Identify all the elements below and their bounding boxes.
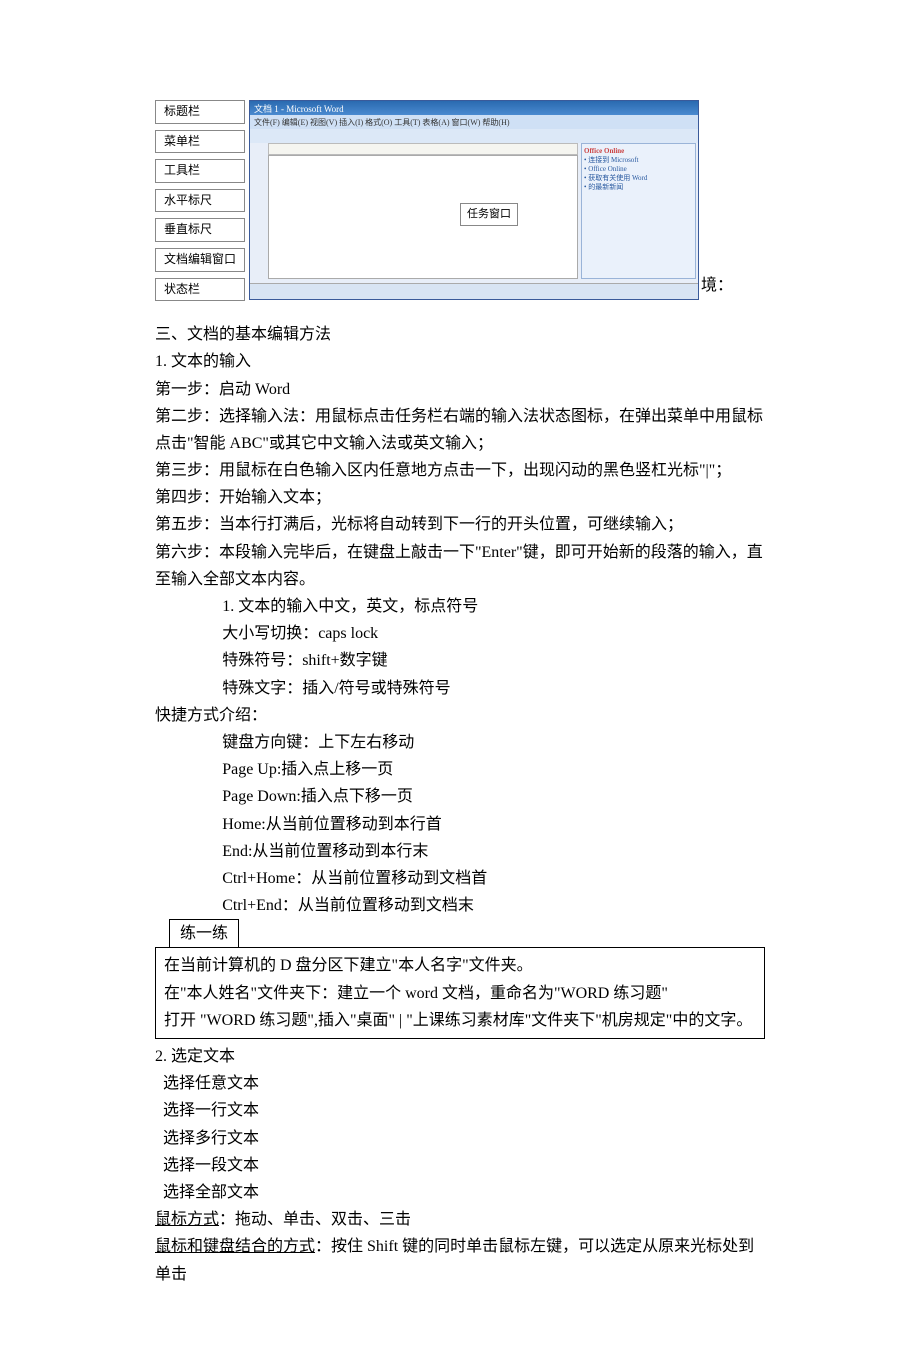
shortcut-end: End:从当前位置移动到本行末	[155, 838, 765, 865]
combo-method-label: 鼠标和键盘结合的方式	[155, 1238, 315, 1255]
screenshot-docarea	[268, 155, 578, 279]
screenshot-ruler	[268, 143, 578, 155]
label-hruler: 水平标尺	[155, 189, 245, 213]
taskpane-header: Office Online	[584, 146, 693, 156]
select-line: 选择一行文本	[155, 1097, 765, 1124]
label-statusbar: 状态栏	[155, 278, 245, 302]
sub-2-title: 2. 选定文本	[155, 1043, 765, 1070]
select-multiline: 选择多行文本	[155, 1125, 765, 1152]
document-page: 标题栏 菜单栏 工具栏 水平标尺 垂直标尺 文档编辑窗口 状态栏 文档 1 - …	[0, 0, 920, 1348]
practice-tab-wrapper: 练一练	[155, 919, 765, 947]
shortcut-ctrl-home: Ctrl+Home：从当前位置移动到文档首	[155, 865, 765, 892]
screenshot-titlebar: 文档 1 - Microsoft Word	[250, 101, 698, 115]
figure-label-column: 标题栏 菜单栏 工具栏 水平标尺 垂直标尺 文档编辑窗口 状态栏	[155, 100, 245, 301]
label-vruler: 垂直标尺	[155, 218, 245, 242]
select-paragraph: 选择一段文本	[155, 1152, 765, 1179]
practice-line-2: 在"本人姓名"文件夹下：建立一个 word 文档，重命名为"WORD 练习题"	[164, 980, 756, 1007]
label-titlebar: 标题栏	[155, 100, 245, 124]
label-menubar: 菜单栏	[155, 130, 245, 154]
step-2: 第二步：选择输入法：用鼠标点击任务栏右端的输入法状态图标，在弹出菜单中用鼠标点击…	[155, 403, 765, 457]
label-docwin: 文档编辑窗口	[155, 248, 245, 272]
word-screenshot: 文档 1 - Microsoft Word 文件(F) 编辑(E) 视图(V) …	[249, 100, 699, 300]
shortcut-arrows: 键盘方向键：上下左右移动	[155, 729, 765, 756]
shortcut-pageup: Page Up:插入点上移一页	[155, 756, 765, 783]
step-1: 第一步：启动 Word	[155, 376, 765, 403]
screenshot-toolbar	[250, 129, 698, 143]
screenshot-menubar: 文件(F) 编辑(E) 视图(V) 插入(I) 格式(O) 工具(T) 表格(A…	[250, 115, 698, 129]
label-toolbar: 工具栏	[155, 159, 245, 183]
step-3: 第三步：用鼠标在白色输入区内任意地方点击一下，出现闪动的黑色竖杠光标"|"；	[155, 457, 765, 484]
trailing-text: 境：	[701, 272, 733, 301]
shortcuts-heading: 快捷方式介绍：	[155, 702, 765, 729]
subpoint-4: 特殊文字：插入/符号或特殊符号	[155, 675, 765, 702]
screenshot-taskpane: Office Online • 连接到 Microsoft• Office On…	[581, 143, 696, 279]
step-4: 第四步：开始输入文本；	[155, 484, 765, 511]
shortcut-pagedown: Page Down:插入点下移一页	[155, 783, 765, 810]
subpoint-3: 特殊符号：shift+数字键	[155, 647, 765, 674]
callout-taskpane: 任务窗口	[460, 203, 518, 226]
section-3-heading: 三、文档的基本编辑方法	[155, 321, 765, 348]
step-6: 第六步：本段输入完毕后，在键盘上敲击一下"Enter"键，即可开始新的段落的输入…	[155, 539, 765, 593]
subpoint-2: 大小写切换：caps lock	[155, 620, 765, 647]
mouse-method-label: 鼠标方式	[155, 1211, 219, 1228]
select-any: 选择任意文本	[155, 1070, 765, 1097]
step-5: 第五步：当本行打满后，光标将自动转到下一行的开头位置，可继续输入；	[155, 511, 765, 538]
shortcut-ctrl-end: Ctrl+End：从当前位置移动到文档末	[155, 892, 765, 919]
practice-line-1: 在当前计算机的 D 盘分区下建立"本人名字"文件夹。	[164, 952, 756, 979]
mouse-method: 鼠标方式：拖动、单击、双击、三击	[155, 1206, 765, 1233]
practice-box: 在当前计算机的 D 盘分区下建立"本人名字"文件夹。 在"本人姓名"文件夹下：建…	[155, 947, 765, 1039]
word-window-figure: 标题栏 菜单栏 工具栏 水平标尺 垂直标尺 文档编辑窗口 状态栏 文档 1 - …	[155, 100, 765, 301]
screenshot-statusbar	[250, 283, 698, 299]
practice-line-3: 打开 "WORD 练习题",插入"桌面" | "上课练习素材库"文件夹下"机房规…	[164, 1007, 756, 1034]
practice-tab: 练一练	[169, 919, 239, 947]
combo-method: 鼠标和键盘结合的方式：按住 Shift 键的同时单击鼠标左键，可以选定从原来光标…	[155, 1233, 765, 1287]
mouse-method-rest: ：拖动、单击、双击、三击	[219, 1211, 411, 1228]
select-all: 选择全部文本	[155, 1179, 765, 1206]
shortcut-home: Home:从当前位置移动到本行首	[155, 811, 765, 838]
sub-1-title: 1. 文本的输入	[155, 348, 765, 375]
subpoint-1: 1. 文本的输入中文，英文，标点符号	[155, 593, 765, 620]
